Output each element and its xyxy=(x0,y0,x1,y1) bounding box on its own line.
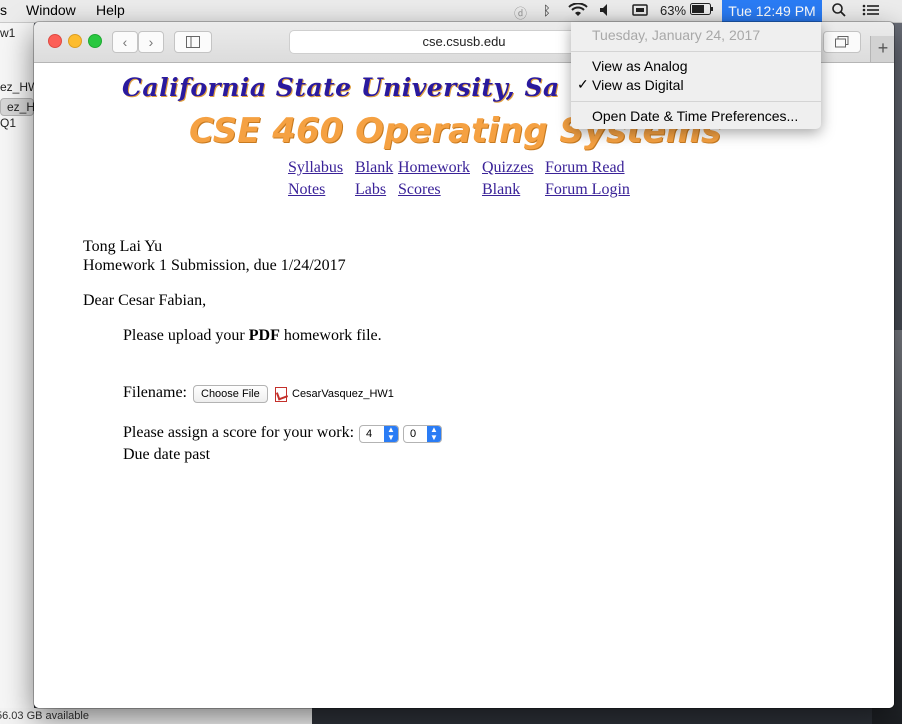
score-tens-value: 4 xyxy=(366,428,373,440)
minimize-window-button[interactable] xyxy=(68,34,82,48)
zoom-window-button[interactable] xyxy=(88,34,102,48)
upload-instructions: Please upload your PDF homework file. xyxy=(123,327,382,345)
menu-bar: s Window Help ⓓ ᛒ 63% Tue 12:49 PM xyxy=(0,0,902,23)
nav-link-blank-2[interactable]: Blank xyxy=(482,181,520,199)
choose-file-button[interactable]: Choose File xyxy=(193,385,268,403)
score-tens-select[interactable]: 4 ▲ ▼ xyxy=(359,425,399,443)
university-banner: California State University, Sa xyxy=(122,73,560,102)
display-icon[interactable] xyxy=(632,3,648,20)
finder-status-bar: 56.03 GB available xyxy=(0,708,312,724)
chosen-file-name: CesarVasquez_HW1 xyxy=(292,388,394,400)
due-status: Due date past xyxy=(123,446,211,463)
clock-menu: Tuesday, January 24, 2017 View as Analog… xyxy=(571,22,821,129)
finder-row[interactable]: w1 xyxy=(0,26,15,40)
bluetooth-icon[interactable]: ᛒ xyxy=(543,3,551,18)
pdf-file-icon xyxy=(275,387,287,402)
forward-button[interactable]: › xyxy=(138,31,164,53)
select-arrows-icon: ▲ ▼ xyxy=(427,426,441,442)
battery-icon[interactable] xyxy=(690,3,714,18)
nav-link-homework[interactable]: Homework xyxy=(398,159,470,177)
finder-row[interactable]: Q1 xyxy=(0,116,16,130)
chevron-left-icon: ‹ xyxy=(122,34,128,50)
score-ones-value: 0 xyxy=(410,428,417,440)
nav-link-blank[interactable]: Blank xyxy=(355,159,393,177)
finder-row[interactable]: ez_HW xyxy=(0,98,46,116)
menu-item-window[interactable]: Window xyxy=(26,2,76,18)
view-as-analog-item[interactable]: View as Analog xyxy=(592,58,687,74)
upload-text: Please upload your xyxy=(123,327,249,344)
instructor-name: Tong Lai Yu xyxy=(83,238,163,255)
menu-separator xyxy=(571,101,821,102)
menu-separator xyxy=(571,51,821,52)
view-as-digital-item[interactable]: View as Digital xyxy=(592,77,684,93)
filename-label: Filename: xyxy=(123,384,187,401)
pdf-emphasis: PDF xyxy=(248,327,280,344)
greeting: Dear Cesar Fabian, xyxy=(83,292,207,309)
tabs-overview-button[interactable] xyxy=(823,31,861,53)
upload-text-suffix: homework file. xyxy=(279,327,382,344)
tabs-icon xyxy=(835,36,849,48)
sidebar-button[interactable] xyxy=(174,31,212,53)
nav-link-forum-login[interactable]: Forum Login xyxy=(545,181,630,199)
finder-window: w1 ez_HW ez_HW Q1 xyxy=(0,22,46,724)
new-tab-button[interactable]: + xyxy=(870,36,894,62)
score-label: Please assign a score for your work: xyxy=(123,424,355,441)
back-button[interactable]: ‹ xyxy=(112,31,138,53)
chevron-right-icon: › xyxy=(148,34,154,50)
submission-heading: Homework 1 Submission, due 1/24/2017 xyxy=(83,257,346,274)
nav-link-labs[interactable]: Labs xyxy=(355,181,386,199)
current-date: Tuesday, January 24, 2017 xyxy=(592,27,761,43)
select-arrows-icon: ▲ ▼ xyxy=(384,426,398,442)
dashlane-icon[interactable]: ⓓ xyxy=(514,3,527,22)
plus-icon: + xyxy=(877,38,889,58)
menu-item-safari[interactable]: s xyxy=(0,2,7,18)
notification-center-icon[interactable] xyxy=(862,3,880,20)
nav-link-quizzes[interactable]: Quizzes xyxy=(482,159,534,177)
nav-link-syllabus[interactable]: Syllabus xyxy=(288,159,343,177)
web-page: California State University, Sa CSE 460 … xyxy=(34,63,894,708)
battery-percent[interactable]: 63% xyxy=(660,3,686,18)
wifi-icon[interactable] xyxy=(568,2,588,20)
nav-link-scores[interactable]: Scores xyxy=(398,181,441,199)
nav-link-forum-read[interactable]: Forum Read xyxy=(545,159,625,177)
nav-link-notes[interactable]: Notes xyxy=(288,181,325,199)
close-window-button[interactable] xyxy=(48,34,62,48)
storage-available: 56.03 GB available xyxy=(0,710,89,722)
open-date-time-preferences-item[interactable]: Open Date & Time Preferences... xyxy=(592,108,798,124)
menu-item-help[interactable]: Help xyxy=(96,2,125,18)
spotlight-search-icon[interactable] xyxy=(832,3,846,20)
checkmark-icon: ✓ xyxy=(577,76,589,92)
menubar-clock[interactable]: Tue 12:49 PM xyxy=(722,0,822,22)
score-ones-select[interactable]: 0 ▲ ▼ xyxy=(403,425,442,443)
volume-icon[interactable] xyxy=(599,3,611,20)
sidebar-icon xyxy=(186,36,200,48)
